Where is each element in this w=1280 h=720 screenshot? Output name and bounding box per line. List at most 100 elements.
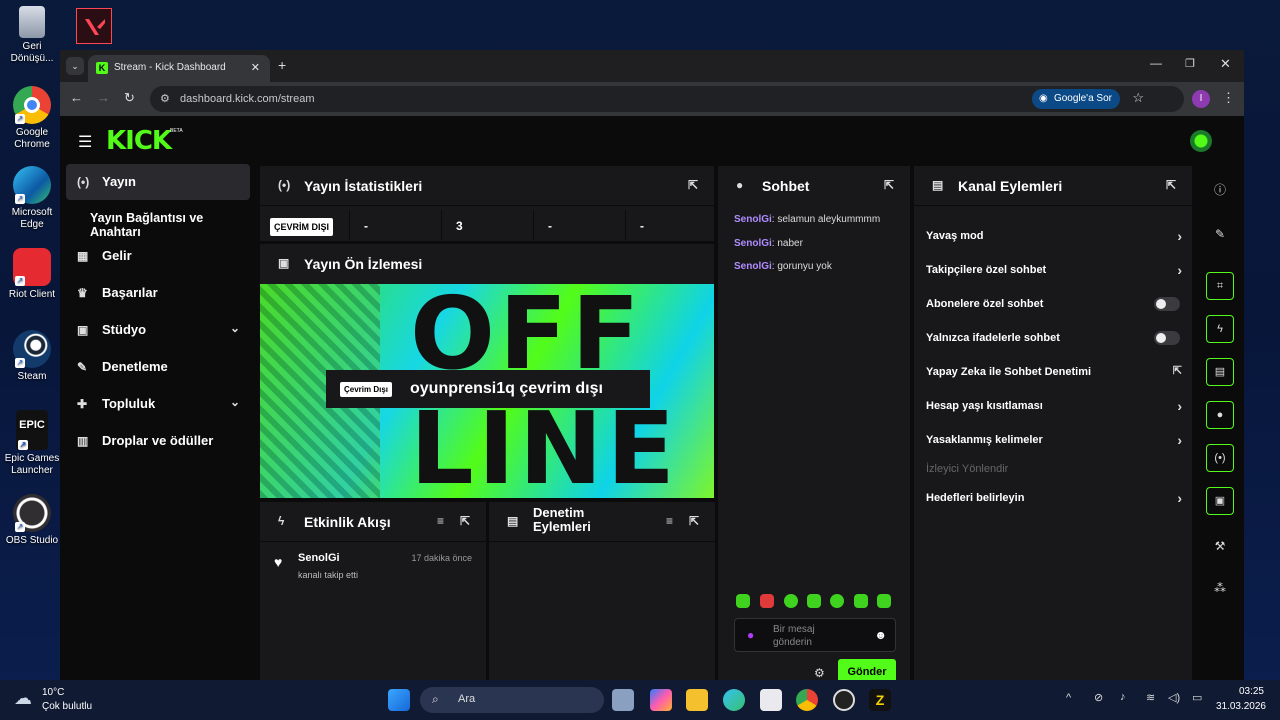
filter-icon[interactable]: ≡	[437, 514, 444, 528]
action-follower-chat[interactable]: Takipçilere özel sohbet ›	[926, 262, 1182, 278]
action-host-redirect: İzleyici Yönlendir	[926, 463, 1009, 475]
restore-button[interactable]: ❐	[1185, 57, 1195, 70]
nav-item-denetleme[interactable]: ✎ Denetleme	[66, 349, 250, 385]
edit-icon[interactable]: ✎	[1206, 220, 1234, 248]
chat-settings-icon[interactable]: ⚙	[814, 666, 825, 680]
emote-icon[interactable]	[736, 594, 750, 608]
chat-icon[interactable]: ●	[1206, 401, 1234, 429]
nav-item-yayin[interactable]: (•) Yayın	[66, 164, 250, 200]
microphone-icon[interactable]: ●	[747, 628, 754, 642]
forward-button[interactable]: →	[97, 90, 110, 105]
emote-icon[interactable]	[807, 594, 821, 608]
action-account-age[interactable]: Hesap yaşı kısıtlaması ›	[926, 398, 1182, 414]
document-icon[interactable]: ▤	[1206, 358, 1234, 386]
community-icon[interactable]: ⁂	[1206, 574, 1234, 602]
reload-button[interactable]: ↻	[124, 90, 135, 106]
chrome-icon[interactable]	[796, 689, 818, 711]
emote-icon[interactable]	[854, 594, 868, 608]
toggle-switch[interactable]	[1154, 331, 1180, 345]
address-bar[interactable]: ⚙ dashboard.kick.com/stream ◉ Google'a So…	[150, 86, 1184, 112]
wrench-icon[interactable]: ⚒	[1206, 532, 1234, 560]
focus-icon[interactable]: ⌗	[1206, 272, 1234, 300]
nav-item-droplar[interactable]: ▥ Droplar ve ödüller	[66, 423, 250, 459]
file-explorer-icon[interactable]	[686, 689, 708, 711]
taskbar-search[interactable]: ⌕ Ara	[420, 687, 604, 713]
desktop-icon-riot[interactable]: ↗ Riot Client	[4, 248, 60, 301]
weather-text[interactable]: Çok bulutlu	[42, 701, 92, 712]
popout-icon[interactable]: ⇱	[688, 178, 698, 192]
app-z-icon[interactable]: Z	[869, 689, 891, 711]
tab-search-button[interactable]: ⌄	[66, 57, 84, 75]
valorant-icon[interactable]	[76, 8, 112, 44]
task-view-icon[interactable]	[612, 689, 634, 711]
desktop-icon-epic[interactable]: EPIC ↗ Epic Games Launcher	[4, 410, 60, 477]
popout-icon[interactable]: ⇱	[884, 178, 894, 192]
nav-item-studyo[interactable]: ▣ Stüdyo ⌄	[66, 312, 250, 348]
edge-icon[interactable]	[723, 689, 745, 711]
emote-icon[interactable]	[760, 594, 774, 608]
info-icon[interactable]: ⓘ	[1206, 176, 1234, 204]
desktop-icon-chrome[interactable]: ↗ Google Chrome	[4, 86, 60, 151]
desktop-icon-label: Microsoft Edge	[11, 207, 53, 230]
clock-date[interactable]: 31.03.2026	[1210, 701, 1266, 712]
desktop-icon-recycle-bin[interactable]: Geri Dönüşü...	[4, 6, 60, 65]
chevron-up-icon[interactable]: ^	[1066, 692, 1071, 704]
minimize-button[interactable]: —	[1150, 56, 1162, 70]
action-slow-mode[interactable]: Yavaş mod ›	[926, 228, 1182, 244]
desktop-icon-obs[interactable]: ↗ OBS Studio	[4, 494, 60, 547]
emoji-icon[interactable]: ☻	[874, 628, 887, 642]
nav-item-gelir[interactable]: ▦ Gelir	[66, 238, 250, 274]
desktop-icon-steam[interactable]: ↗ Steam	[4, 330, 60, 383]
chevron-down-icon: ⌄	[229, 395, 240, 409]
revenue-icon: ▦	[77, 249, 89, 263]
emote-icon[interactable]	[830, 594, 844, 608]
action-banned-words[interactable]: Yasaklanmış kelimeler ›	[926, 432, 1182, 448]
desktop-icon-edge[interactable]: ↗ Microsoft Edge	[4, 166, 60, 231]
action-subscriber-chat[interactable]: Abonelere özel sohbet	[926, 297, 1182, 311]
close-window-button[interactable]: ✕	[1220, 56, 1231, 72]
volume-icon[interactable]: ◁)	[1168, 691, 1180, 704]
user-avatar[interactable]	[1190, 130, 1212, 152]
obs-icon[interactable]	[833, 689, 855, 711]
hamburger-menu-icon[interactable]: ☰	[78, 132, 92, 152]
browser-menu-icon[interactable]: ⋮	[1222, 90, 1235, 106]
chat-input[interactable]: ● Bir mesaj gönderin ☻	[734, 618, 896, 652]
battery-icon[interactable]: ▭	[1192, 691, 1202, 704]
nav-item-topluluk[interactable]: ✚ Topluluk ⌄	[66, 386, 250, 422]
google-ask-button[interactable]: ◉ Google'a Sor	[1031, 89, 1120, 109]
kick-logo[interactable]: KICK	[106, 126, 172, 156]
stream-preview[interactable]: OFF LINE Çevrim Dışı oyunprensi1q çevrim…	[260, 284, 714, 498]
weather-temp[interactable]: 10°C	[42, 687, 64, 698]
profile-avatar[interactable]: I	[1192, 90, 1210, 108]
action-ai-moderation[interactable]: Yapay Zeka ile Sohbet Denetimi ⇱	[926, 365, 1182, 378]
bookmark-star-icon[interactable]: ☆	[1132, 90, 1144, 106]
preview-icon[interactable]: ▣	[1206, 487, 1234, 515]
filter-icon[interactable]: ≡	[666, 514, 673, 528]
toggle-switch[interactable]	[1154, 297, 1180, 311]
weather-cloud-icon[interactable]: ☁	[14, 688, 32, 709]
action-emote-only[interactable]: Yalnızca ifadelerle sohbet	[926, 331, 1182, 345]
emote-icon[interactable]	[784, 594, 798, 608]
action-goals[interactable]: Hedefleri belirleyin ›	[926, 490, 1182, 506]
popout-icon[interactable]: ⇱	[460, 514, 470, 528]
nav-item-stream-key[interactable]: Yayın Bağlantısı ve Anahtarı	[66, 201, 250, 239]
popout-icon[interactable]: ⇱	[689, 514, 699, 528]
clock-time[interactable]: 03:25	[1228, 686, 1264, 697]
start-windows-icon[interactable]	[388, 689, 410, 711]
new-tab-button[interactable]: +	[278, 57, 286, 73]
site-info-icon[interactable]: ⚙	[160, 92, 170, 105]
back-button[interactable]: ←	[70, 90, 83, 105]
copilot-icon[interactable]	[650, 689, 672, 711]
vpn-icon[interactable]: ⊘	[1094, 691, 1103, 704]
lightning-icon[interactable]: ϟ	[1206, 315, 1234, 343]
popout-icon[interactable]: ⇱	[1166, 178, 1176, 192]
broadcast-icon[interactable]: (•)	[1206, 444, 1234, 472]
microphone-icon[interactable]: ♪	[1120, 691, 1126, 703]
nav-item-basarilar[interactable]: ♛ Başarılar	[66, 275, 250, 311]
tab-close-icon[interactable]: ✕	[251, 61, 260, 74]
tab-kick-dashboard[interactable]: K Stream - Kick Dashboard ✕	[88, 55, 270, 82]
desktop-icon-label: Riot Client	[8, 289, 56, 300]
emote-icon[interactable]	[877, 594, 891, 608]
store-icon[interactable]	[760, 689, 782, 711]
wifi-icon[interactable]: ≋	[1146, 691, 1155, 704]
